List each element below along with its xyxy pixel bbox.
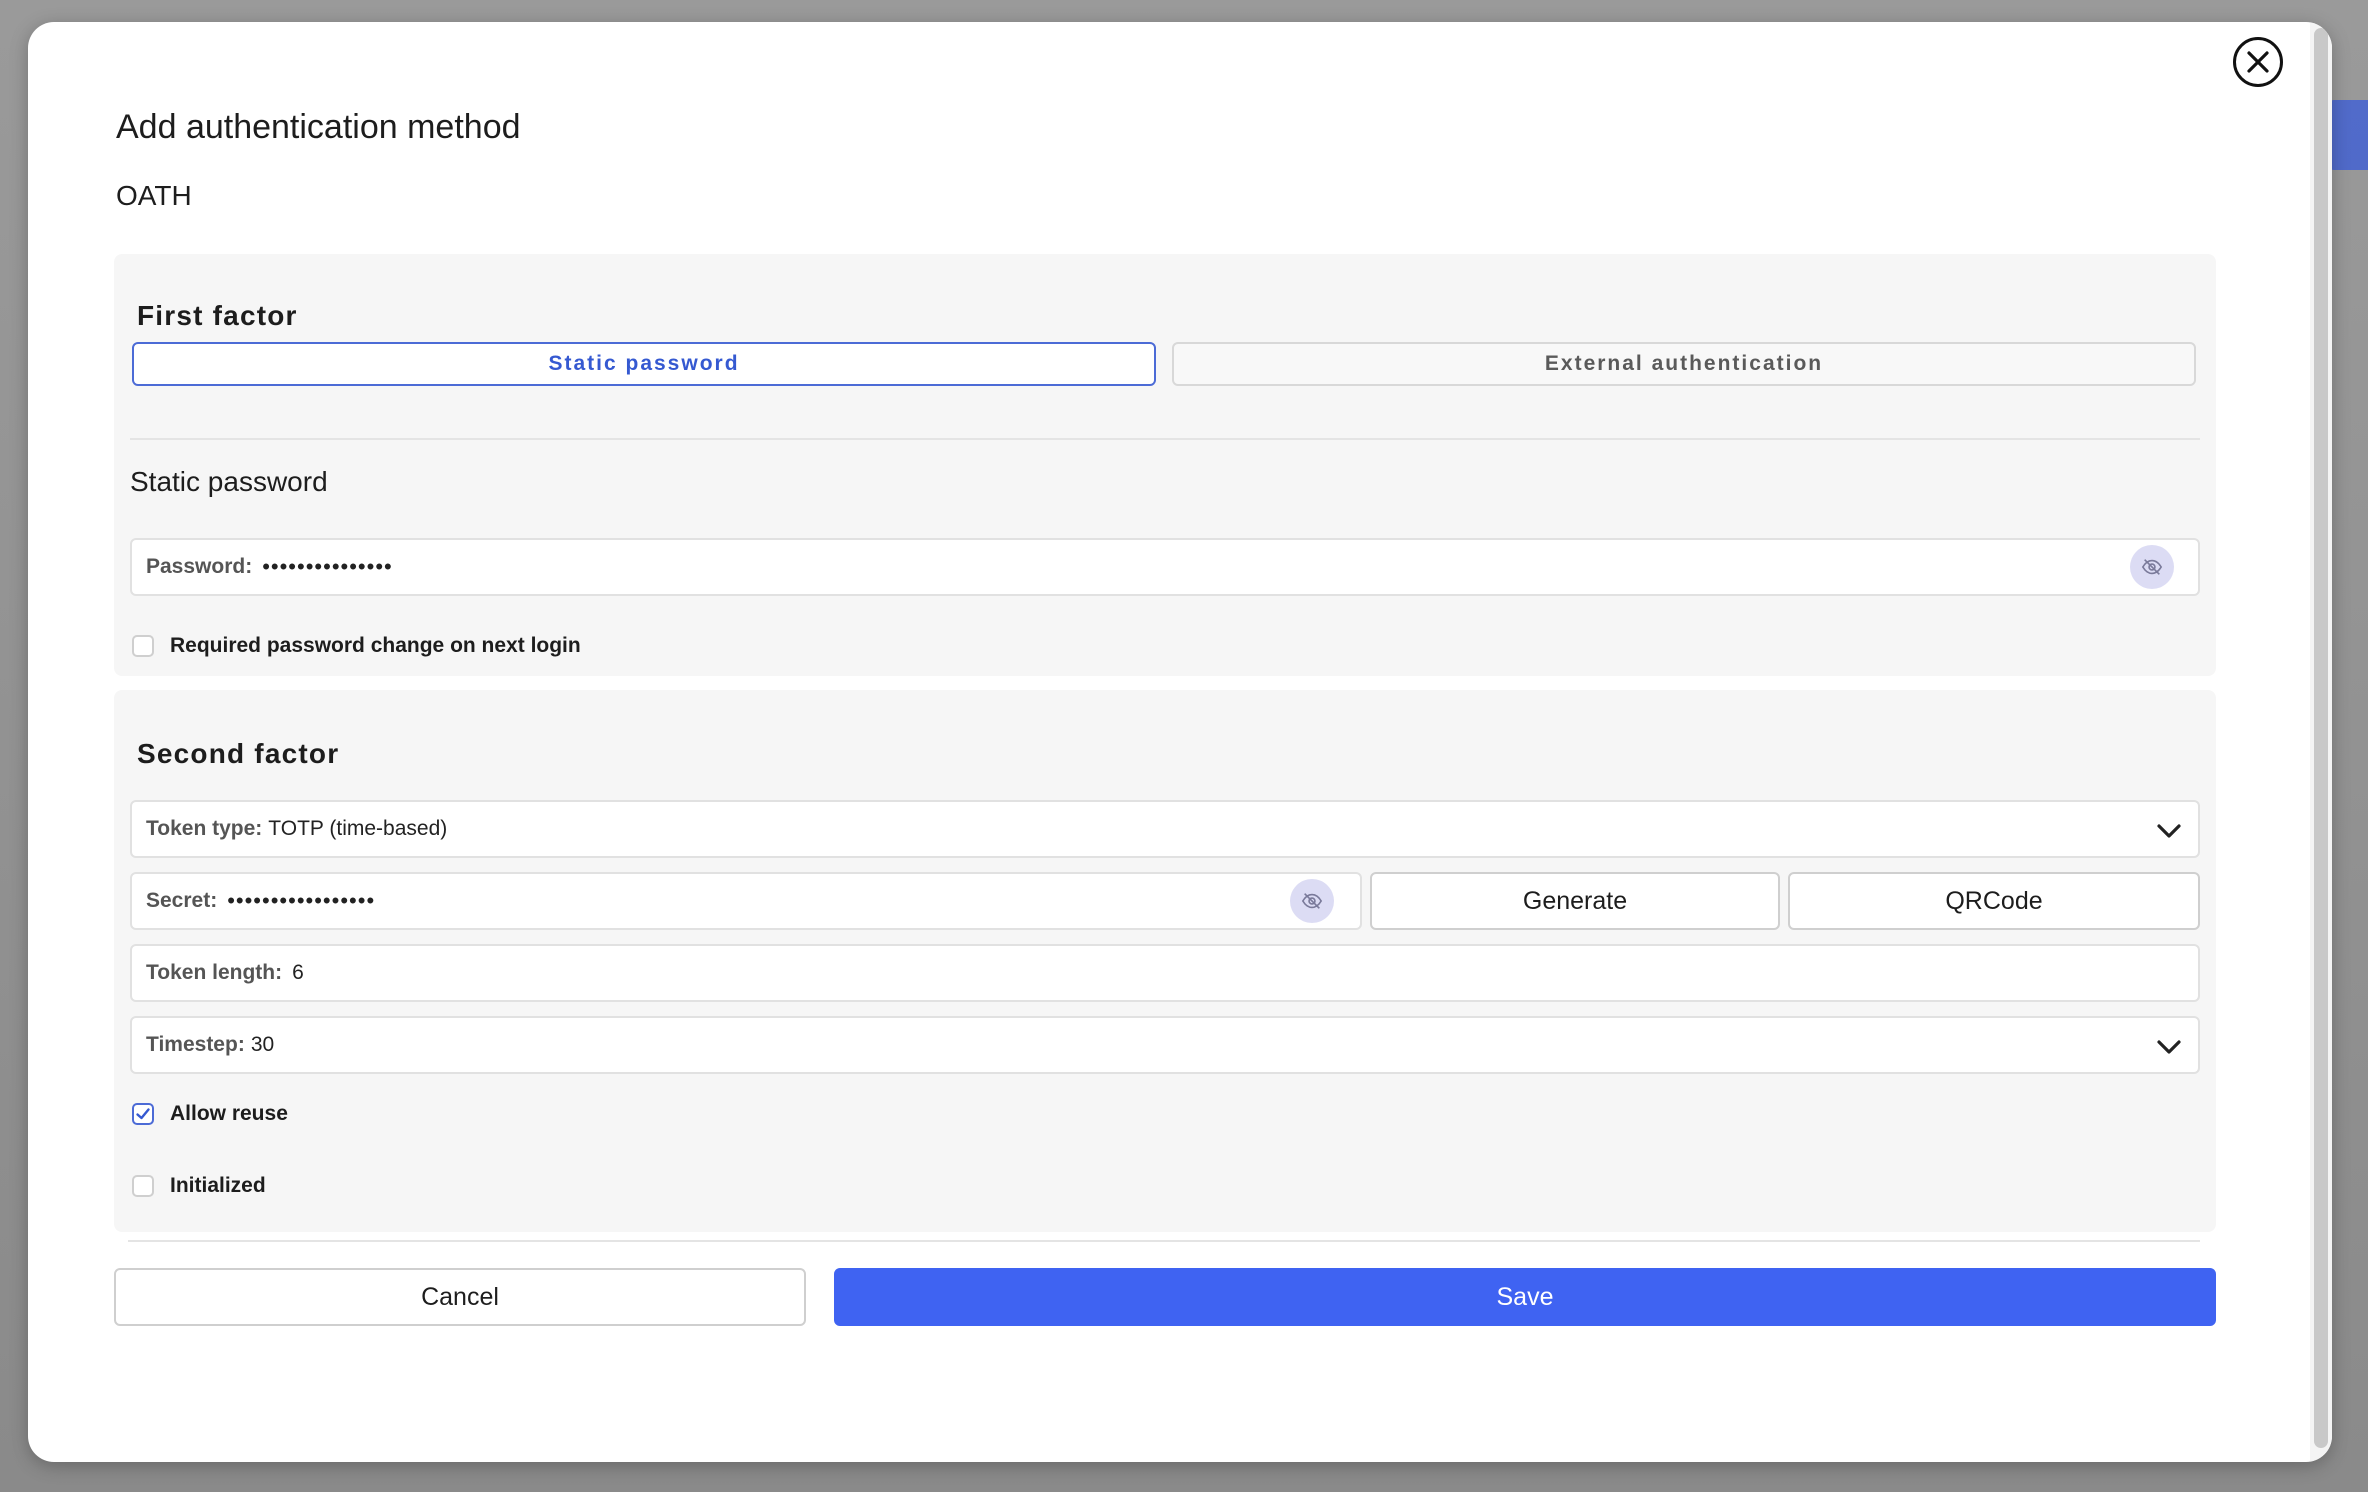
initialized-label: Initialized — [170, 1174, 266, 1197]
token-length-label: Token length: — [146, 961, 283, 984]
dialog-title: Add authentication method — [116, 108, 521, 146]
first-factor-section: First factor Static password External au… — [114, 254, 2216, 676]
required-password-change-option: Required password change on next login — [132, 634, 581, 658]
check-icon — [136, 1108, 150, 1120]
cancel-button[interactable]: Cancel — [114, 1268, 806, 1326]
eye-off-icon — [1301, 893, 1323, 909]
initialized-checkbox[interactable] — [132, 1175, 154, 1197]
close-button[interactable] — [2233, 37, 2283, 87]
section-divider — [130, 438, 2200, 440]
chevron-down-icon — [2157, 1040, 2181, 1054]
second-factor-section: Second factor Token type: TOTP (time-bas… — [114, 690, 2216, 1232]
close-icon — [2247, 51, 2269, 73]
password-field[interactable]: Password: ••••••••••••••• — [130, 538, 2200, 596]
dialog-subtitle: OATH — [116, 180, 192, 211]
toggle-password-visibility-button[interactable] — [2130, 545, 2174, 589]
footer-divider — [128, 1240, 2200, 1242]
timestep-select[interactable]: Timestep: 30 — [130, 1016, 2200, 1074]
allow-reuse-option: Allow reuse — [132, 1102, 288, 1126]
token-length-field[interactable]: Token length: 6 — [130, 944, 2200, 1002]
toggle-secret-visibility-button[interactable] — [1290, 879, 1334, 923]
scrollbar-track[interactable] — [2310, 22, 2332, 1462]
add-auth-method-dialog: Add authentication method OATH First fac… — [28, 22, 2332, 1462]
first-factor-title: First factor — [137, 300, 298, 331]
token-type-value: TOTP (time-based) — [268, 817, 448, 840]
secret-label: Secret: — [146, 889, 218, 912]
eye-off-icon — [2141, 559, 2163, 575]
tab-static-password[interactable]: Static password — [132, 342, 1156, 386]
timestep-label: Timestep: — [146, 1033, 245, 1056]
generate-button[interactable]: Generate — [1370, 872, 1780, 930]
allow-reuse-label: Allow reuse — [170, 1102, 288, 1125]
token-type-select[interactable]: Token type: TOTP (time-based) — [130, 800, 2200, 858]
required-password-change-label: Required password change on next login — [170, 634, 581, 657]
timestep-value: 30 — [250, 1033, 275, 1056]
token-length-value[interactable]: 6 — [292, 961, 304, 985]
static-password-heading: Static password — [130, 466, 328, 497]
required-password-change-checkbox[interactable] — [132, 635, 154, 657]
scrollbar-thumb[interactable] — [2314, 28, 2328, 1448]
second-factor-title: Second factor — [137, 738, 340, 769]
initialized-option: Initialized — [132, 1174, 266, 1198]
token-type-label: Token type: — [146, 817, 263, 840]
qrcode-button[interactable]: QRCode — [1788, 872, 2200, 930]
secret-field[interactable]: Secret: ••••••••••••••••• — [130, 872, 1362, 930]
save-button[interactable]: Save — [834, 1268, 2216, 1326]
background-button-fragment — [2328, 100, 2368, 170]
allow-reuse-checkbox[interactable] — [132, 1103, 154, 1125]
password-value[interactable]: ••••••••••••••• — [262, 554, 393, 580]
tab-external-authentication[interactable]: External authentication — [1172, 342, 2196, 386]
password-label: Password: — [146, 555, 253, 578]
chevron-down-icon — [2157, 824, 2181, 838]
secret-value[interactable]: ••••••••••••••••• — [227, 888, 375, 914]
